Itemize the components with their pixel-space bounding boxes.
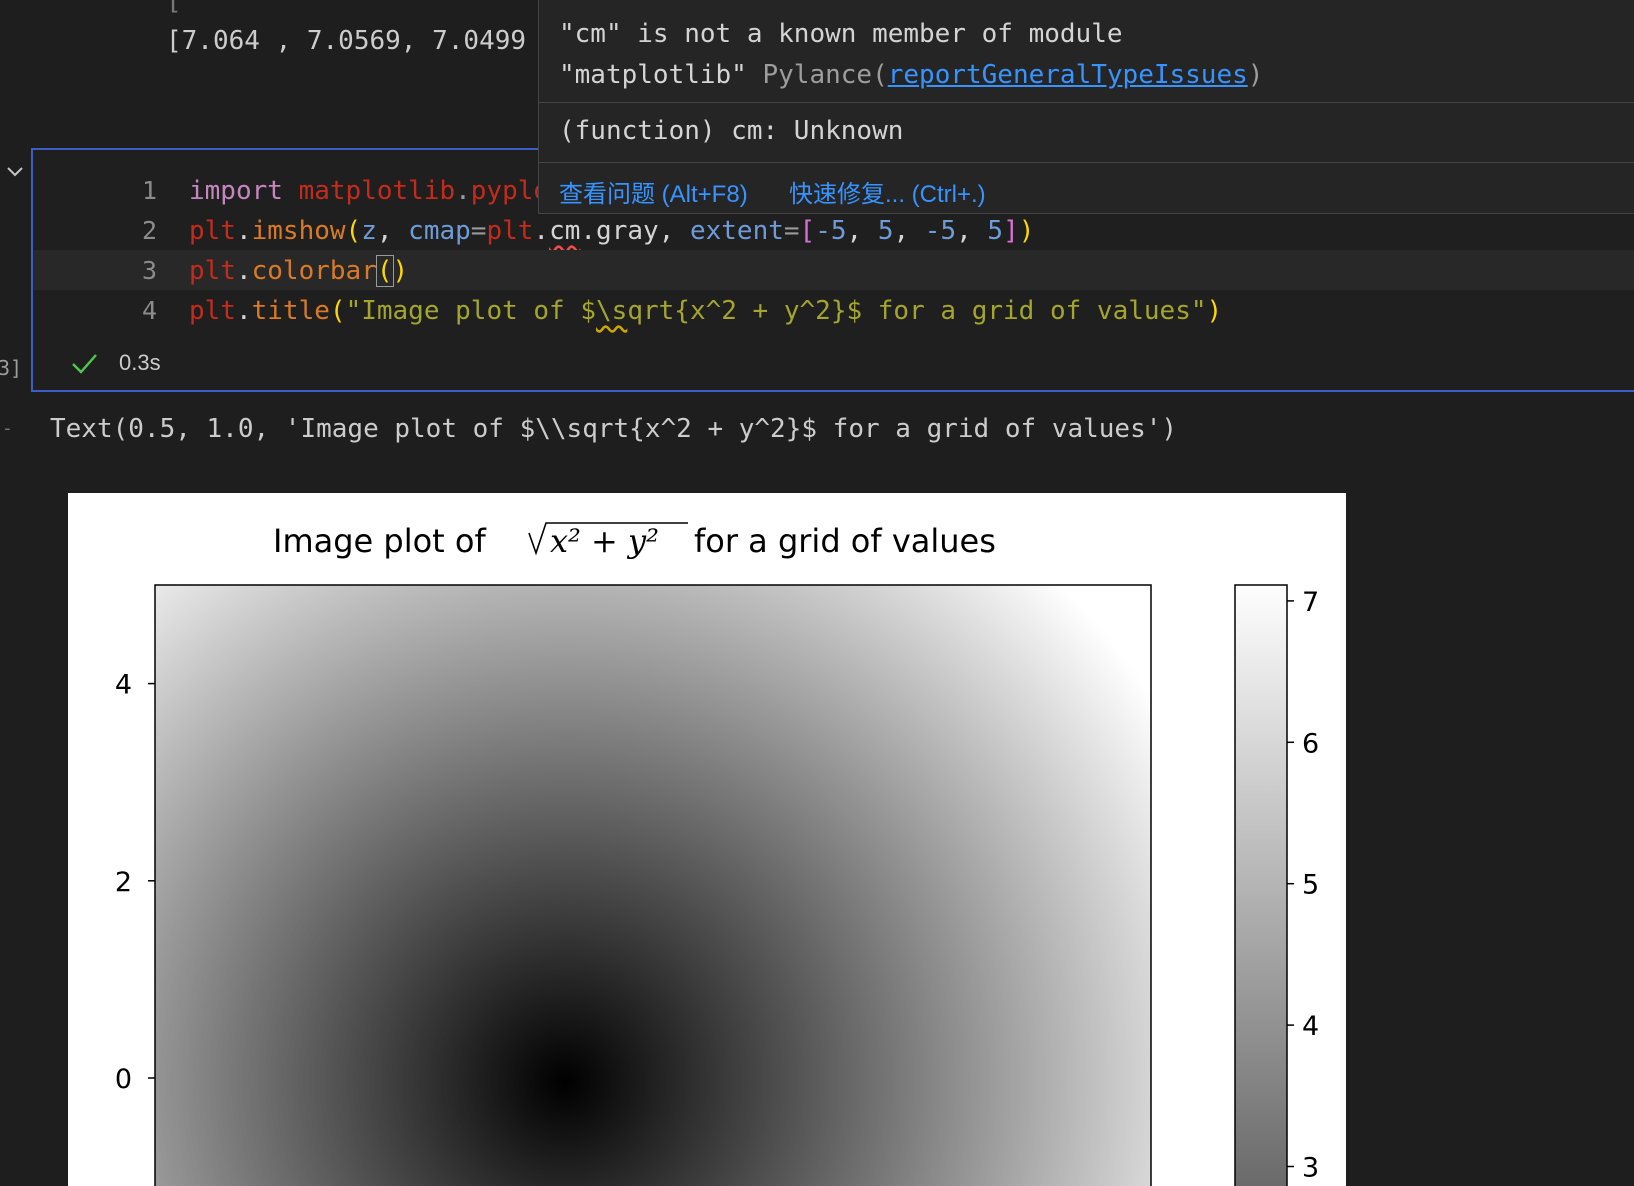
comma: , (376, 216, 409, 246)
line-number: 4 (141, 296, 157, 325)
colorbar-tick-label: 6 (1302, 728, 1319, 759)
message-line-1: "cm" is not a known member of module (559, 19, 1123, 49)
dot: . (455, 176, 471, 206)
close-paren: ) (1247, 60, 1264, 90)
colorbar (1235, 585, 1287, 1186)
diagnostic-source: Pylance( (746, 60, 888, 90)
rule-link[interactable]: reportGeneralTypeIssues (888, 60, 1248, 90)
check-icon (72, 354, 97, 374)
colorbar-tick-label: 7 (1302, 587, 1319, 618)
divider (539, 162, 1634, 163)
dot: . (235, 296, 252, 326)
signature-info: (function) cm: Unknown (559, 116, 904, 146)
hover-tooltip[interactable]: "cm" is not a known member of module "ma… (538, 0, 1634, 214)
view-problem-button[interactable]: 查看问题 (Alt+F8) (559, 174, 748, 209)
paren: ) (1206, 296, 1223, 326)
line-number: 3 (141, 256, 157, 285)
plt-ref: plt (189, 256, 236, 286)
chart: Image plot of x² + y² for a grid of valu… (115, 522, 1319, 1186)
y-tick-label: 0 (115, 1064, 132, 1095)
function-name: imshow (251, 216, 346, 246)
cm-attribute-error[interactable]: cm (549, 216, 580, 246)
code-line-3[interactable]: 3 plt.colorbar() (33, 250, 1634, 290)
execution-count: 3] (0, 356, 23, 380)
number: -5 (924, 216, 957, 246)
output-text: Text(0.5, 1.0, 'Image plot of $\\sqrt{x^… (50, 414, 1178, 444)
paren: ( (345, 216, 362, 246)
line-number: 2 (141, 216, 157, 245)
string-literal: qrt{x^2 + y^2}$ for a grid of values" (627, 296, 1207, 326)
plt-ref: plt (486, 216, 534, 246)
y-tick-label: 2 (115, 867, 132, 898)
divider (539, 102, 1634, 103)
code-line-2[interactable]: 2 plt.imshow(z, cmap=plt.cm.gray, extent… (33, 210, 1634, 250)
colorbar-tick-label: 3 (1302, 1152, 1319, 1183)
line-number: 1 (141, 176, 157, 205)
output-marker: - (2, 418, 13, 439)
diagnostic-message: "cm" is not a known member of module "ma… (559, 14, 1263, 96)
comma: , (846, 216, 878, 246)
paren: ( (375, 255, 394, 287)
previous-output-fragment: [ (166, 0, 182, 16)
comma: , (893, 216, 925, 246)
keyword-import: import (189, 176, 283, 206)
execution-duration: 0.3s (119, 350, 161, 375)
code-line-4[interactable]: 4 plt.title("Image plot of $\sqrt{x^2 + … (33, 290, 1634, 330)
kwarg-cmap: cmap (408, 216, 471, 246)
title-suffix: for a grid of values (694, 522, 996, 560)
dot: . (235, 216, 252, 246)
number: 5 (987, 216, 1004, 246)
kwarg-extent: extent (689, 216, 784, 246)
paren: ) (392, 256, 409, 286)
chevron-down-icon[interactable] (4, 160, 26, 182)
equals: = (783, 216, 800, 246)
title-math: x² + y² (550, 522, 659, 560)
dot: . (533, 216, 550, 246)
comma: , (956, 216, 988, 246)
gray-attr: .gray, (580, 216, 690, 246)
arg-z: z (361, 216, 377, 246)
function-name: title (251, 296, 330, 326)
quick-fix-button[interactable]: 快速修复... (Ctrl+.) (789, 174, 986, 209)
bracket: [ (799, 216, 816, 246)
paren: ) (1018, 216, 1035, 246)
bracket: ] (1003, 216, 1019, 246)
plt-ref: plt (189, 216, 236, 246)
plt-ref: plt (189, 296, 236, 326)
message-line-2: "matplotlib" (559, 60, 747, 90)
function-name: colorbar (251, 256, 377, 286)
paren: ( (329, 296, 346, 326)
colorbar-tick-label: 5 (1302, 870, 1319, 901)
string-escape-warning[interactable]: \s (596, 296, 627, 326)
heatmap-image (155, 585, 1151, 1186)
chart-title: Image plot of x² + y² for a grid of valu… (273, 522, 996, 560)
y-tick-label: 4 (115, 670, 132, 701)
title-prefix: Image plot of (273, 522, 486, 560)
number: -5 (815, 216, 847, 246)
module-name: matplotlib (298, 176, 456, 206)
string-literal: "Image plot of $ (345, 296, 597, 326)
dot: . (235, 256, 252, 286)
colorbar-tick-label: 4 (1302, 1011, 1319, 1042)
equals: = (470, 216, 487, 246)
previous-output-line: [7.064 , 7.0569, 7.0499 (166, 26, 527, 56)
number: 5 (877, 216, 894, 246)
